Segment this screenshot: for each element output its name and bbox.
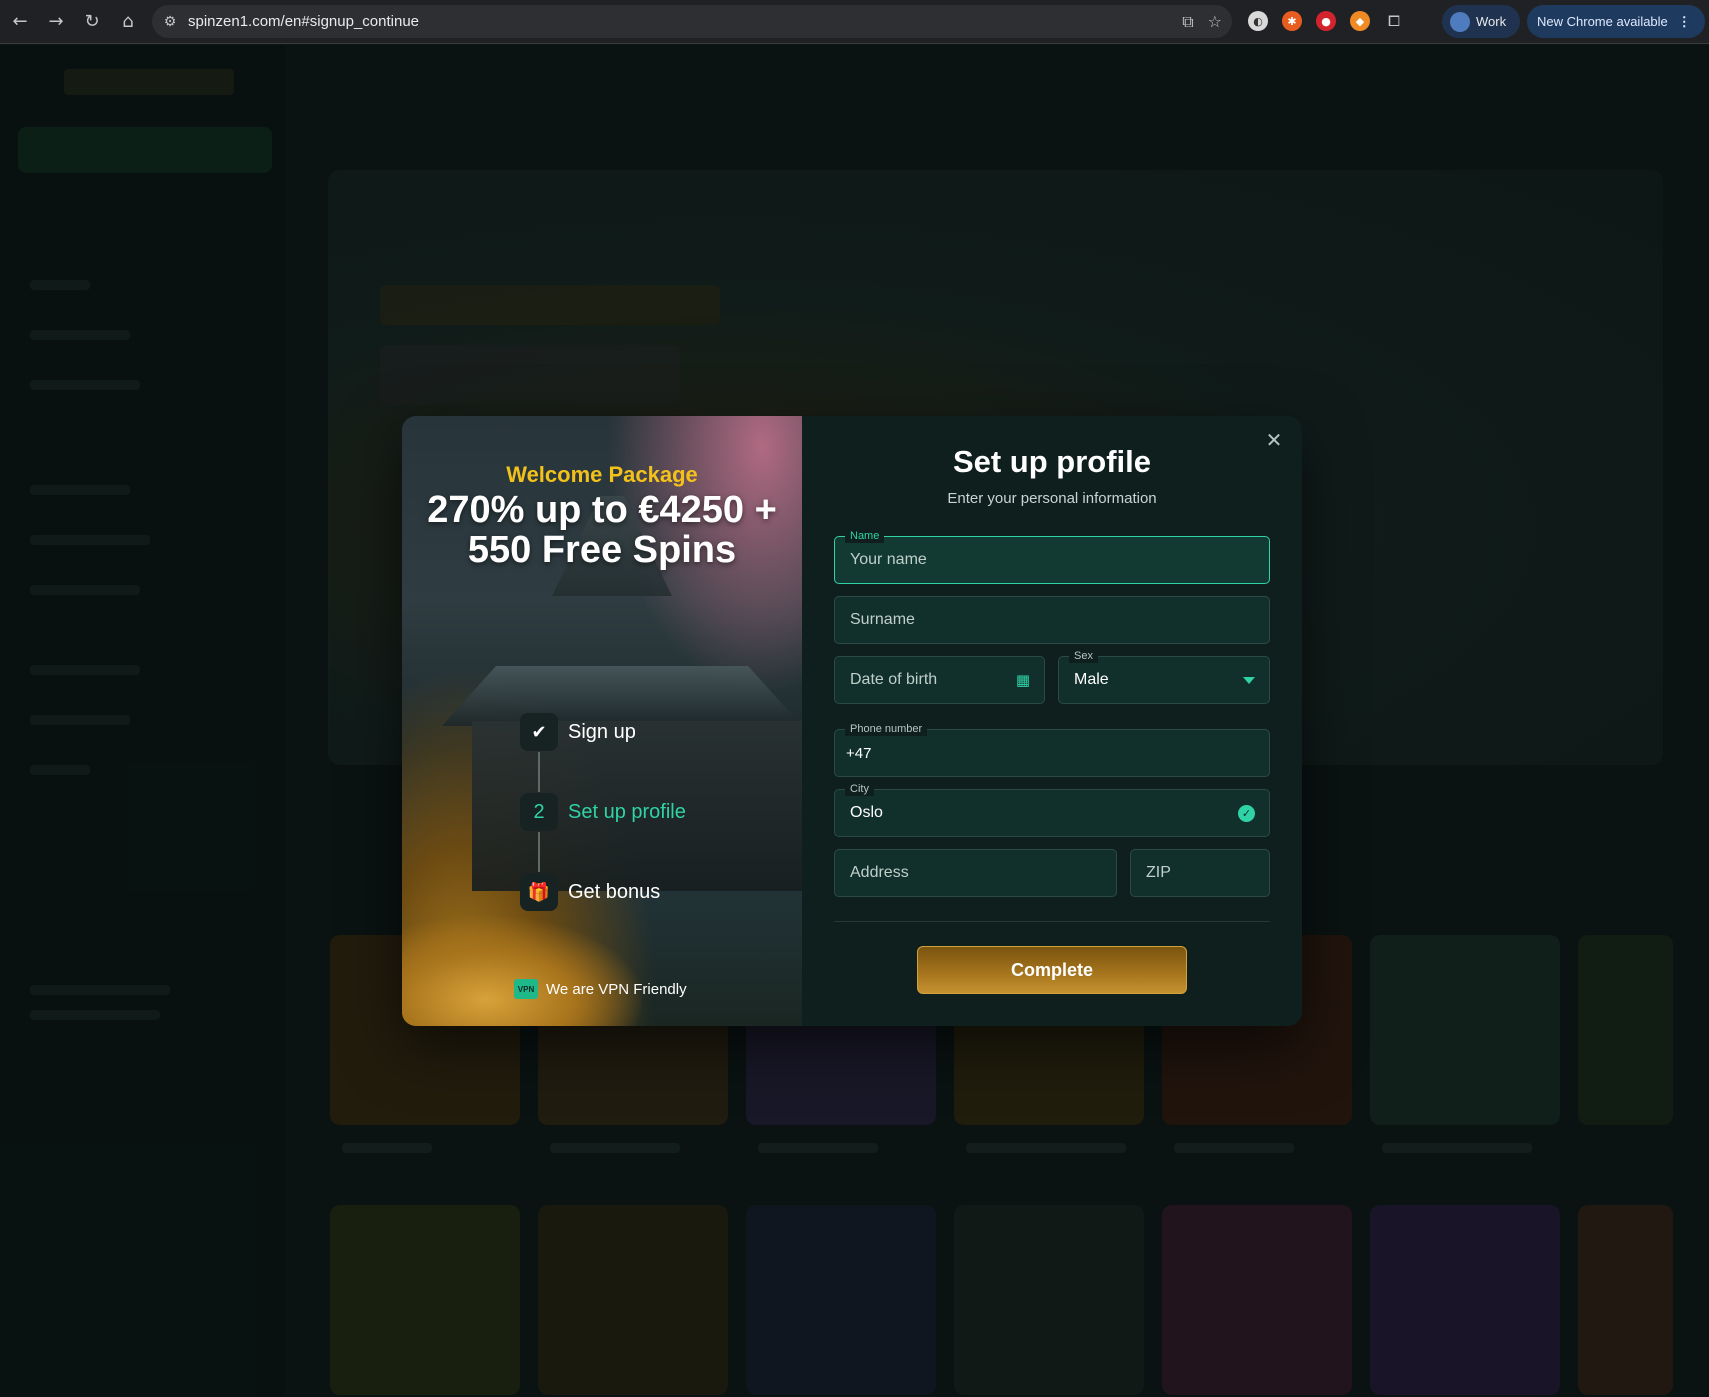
reload-icon[interactable]: ↻ <box>76 6 108 38</box>
extension-icon[interactable]: ✱ <box>1282 11 1302 31</box>
promo-kicker: Welcome Package <box>506 462 698 487</box>
url-text[interactable]: spinzen1.com/en#signup_continue <box>188 13 419 30</box>
date-of-birth-field[interactable]: Date of birth ▦ <box>834 656 1045 704</box>
calendar-icon[interactable]: ▦ <box>1016 671 1030 689</box>
extensions-bar: ◐ ✱ ● ◆ ⧠ <box>1248 11 1404 31</box>
phone-field[interactable]: Phone number +47 <box>834 722 1270 777</box>
vpn-text: We are VPN Friendly <box>546 980 687 998</box>
profile-form: ✕ Set up profile Enter your personal inf… <box>802 416 1302 1026</box>
extension-icon[interactable]: ◐ <box>1248 11 1268 31</box>
step-sign-up: ✔ Sign up <box>520 712 780 792</box>
address-field[interactable]: Address <box>834 849 1117 897</box>
city-label: City <box>845 782 874 796</box>
step-get-bonus: 🎁 Get bonus <box>520 872 780 912</box>
forward-icon[interactable]: → <box>40 6 72 38</box>
signup-steps: ✔ Sign up 2 Set up profile 🎁 Get bonus <box>520 712 780 952</box>
vpn-friendly-note: VPN We are VPN Friendly <box>514 979 687 999</box>
zip-placeholder: ZIP <box>1146 864 1171 881</box>
valid-check-icon: ✓ <box>1238 805 1255 822</box>
name-field[interactable]: Name Your name <box>834 529 1270 584</box>
name-placeholder: Your name <box>850 551 927 568</box>
step-set-up-profile: 2 Set up profile <box>520 792 780 872</box>
step-label: Sign up <box>568 720 636 743</box>
install-icon[interactable]: ⧉ <box>1182 12 1193 32</box>
surname-placeholder: Surname <box>850 611 915 628</box>
promo-content: Welcome Package 270% up to €4250 + 550 F… <box>402 416 802 1026</box>
city-field[interactable]: City Oslo ✓ <box>834 782 1270 837</box>
sex-select[interactable]: Sex Male <box>1058 649 1270 704</box>
zip-field[interactable]: ZIP <box>1130 849 1270 897</box>
home-icon[interactable]: ⌂ <box>112 6 144 38</box>
bookmark-star-icon[interactable]: ☆ <box>1208 12 1222 32</box>
complete-button[interactable]: Complete <box>917 946 1187 994</box>
step-number: 2 <box>520 793 558 831</box>
step-label: Set up profile <box>568 800 686 823</box>
back-icon[interactable]: ← <box>4 6 36 38</box>
sex-value: Male <box>1074 671 1109 688</box>
form-divider <box>834 921 1270 922</box>
promo-headline: 270% up to €4250 + 550 Free Spins <box>427 489 777 571</box>
phone-value: +47 <box>846 744 872 762</box>
chrome-update-button[interactable]: New Chrome available ⋮ <box>1527 5 1705 38</box>
extensions-puzzle-icon[interactable]: ⧠ <box>1384 11 1404 31</box>
signup-modal: Welcome Package 270% up to €4250 + 550 F… <box>402 416 1302 1026</box>
address-bar[interactable]: ⚙ spinzen1.com/en#signup_continue ⧉ ☆ <box>152 5 1232 38</box>
form-title: Set up profile <box>952 444 1152 479</box>
sex-label: Sex <box>1069 649 1098 663</box>
form-subtitle: Enter your personal information <box>947 490 1157 507</box>
profile-label: Work <box>1476 14 1507 29</box>
extension-icon[interactable]: ◆ <box>1350 11 1370 31</box>
city-value: Oslo <box>850 804 883 821</box>
name-label: Name <box>845 529 885 543</box>
avatar <box>1450 11 1470 32</box>
surname-field[interactable]: Surname <box>834 596 1270 644</box>
update-label: New Chrome available <box>1537 14 1668 29</box>
checkmark-icon: ✔ <box>520 713 558 751</box>
chevron-down-icon[interactable] <box>1243 677 1255 684</box>
extension-icon[interactable]: ● <box>1316 11 1336 31</box>
dob-placeholder: Date of birth <box>850 671 938 688</box>
step-label: Get bonus <box>568 880 661 903</box>
more-menu-icon[interactable]: ⋮ <box>1678 14 1691 30</box>
site-settings-icon[interactable]: ⚙ <box>158 14 182 30</box>
browser-toolbar: ← → ↻ ⌂ ⚙ spinzen1.com/en#signup_continu… <box>0 0 1709 44</box>
address-placeholder: Address <box>850 864 909 881</box>
step-connector <box>538 752 540 792</box>
phone-label: Phone number <box>845 722 928 736</box>
step-connector <box>538 832 540 872</box>
vpn-icon: VPN <box>514 979 538 999</box>
gift-icon: 🎁 <box>520 873 558 911</box>
promo-panel: Welcome Package 270% up to €4250 + 550 F… <box>402 416 802 1026</box>
profile-button[interactable]: Work <box>1442 5 1520 38</box>
